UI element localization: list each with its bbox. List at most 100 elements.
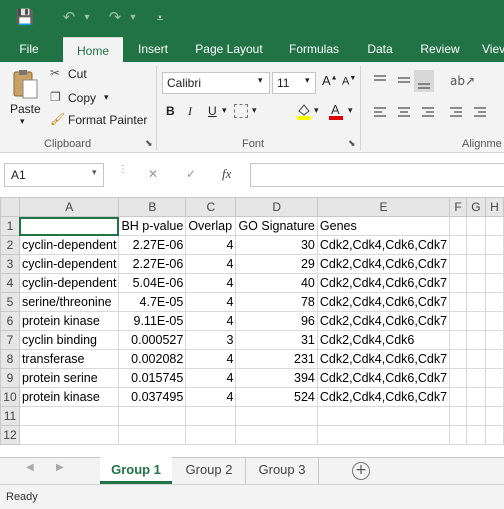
cell[interactable]: 4: [185, 235, 237, 255]
select-all-corner[interactable]: [0, 197, 20, 217]
cell[interactable]: [449, 349, 468, 369]
name-box[interactable]: A1: [4, 163, 104, 187]
sheet-tab-group-2[interactable]: Group 2: [173, 457, 246, 484]
cell[interactable]: [466, 349, 486, 369]
tab-file[interactable]: File: [8, 36, 50, 62]
cell[interactable]: [18, 406, 120, 426]
cell[interactable]: 4: [185, 292, 237, 312]
tab-review[interactable]: Review: [412, 36, 468, 62]
cell[interactable]: Cdk2,Cdk4,Cdk6,Cdk7: [316, 311, 451, 331]
enter-icon[interactable]: ✓: [186, 167, 196, 181]
cell[interactable]: [449, 330, 468, 350]
cell[interactable]: BH p-value: [118, 216, 187, 236]
cell[interactable]: Cdk2,Cdk4,Cdk6,Cdk7: [316, 368, 451, 388]
borders-icon[interactable]: [234, 104, 248, 118]
tab-formulas[interactable]: Formulas: [280, 36, 348, 62]
cell[interactable]: [484, 292, 504, 312]
cell[interactable]: cyclin binding: [18, 330, 120, 350]
row-header[interactable]: 8: [0, 349, 20, 369]
cell[interactable]: [484, 311, 504, 331]
underline-dropdown-icon[interactable]: ▾: [222, 105, 227, 116]
cell[interactable]: [449, 387, 468, 407]
paste-dropdown-icon[interactable]: ▾: [20, 116, 25, 127]
cell[interactable]: [484, 216, 504, 236]
cell[interactable]: [449, 216, 468, 236]
decrease-font-icon[interactable]: A▼: [342, 75, 356, 88]
cell[interactable]: [466, 292, 486, 312]
cell[interactable]: protein kinase: [18, 387, 120, 407]
fill-color-dropdown-icon[interactable]: ▾: [314, 105, 319, 116]
cell[interactable]: [235, 406, 318, 426]
column-header[interactable]: F: [449, 197, 468, 217]
cell[interactable]: 30: [235, 235, 318, 255]
tab-view[interactable]: Viev: [482, 36, 504, 62]
save-icon[interactable]: 💾: [12, 0, 38, 36]
cell[interactable]: [466, 254, 486, 274]
font-launcher-icon[interactable]: ⬊: [348, 138, 356, 149]
column-header[interactable]: G: [466, 197, 486, 217]
row-header[interactable]: 10: [0, 387, 20, 407]
column-header[interactable]: B: [118, 197, 187, 217]
cell[interactable]: 4.7E-05: [118, 292, 187, 312]
cell[interactable]: [484, 425, 504, 445]
column-header[interactable]: D: [235, 197, 318, 217]
cell[interactable]: [316, 425, 451, 445]
cell[interactable]: [466, 368, 486, 388]
cell[interactable]: 231: [235, 349, 318, 369]
column-header[interactable]: C: [185, 197, 237, 217]
cell[interactable]: Cdk2,Cdk4,Cdk6,Cdk7: [316, 273, 451, 293]
cell[interactable]: Genes: [316, 216, 451, 236]
cell[interactable]: Overlap: [185, 216, 237, 236]
cell[interactable]: Cdk2,Cdk4,Cdk6,Cdk7: [316, 292, 451, 312]
cell[interactable]: cyclin-dependent: [18, 273, 120, 293]
format-painter-button[interactable]: Format Painter: [68, 113, 147, 127]
cell[interactable]: Cdk2,Cdk4,Cdk6,Cdk7: [316, 387, 451, 407]
cell[interactable]: [484, 387, 504, 407]
cell[interactable]: [449, 273, 468, 293]
bold-button[interactable]: B: [166, 104, 175, 118]
cell[interactable]: GO Signature: [235, 216, 318, 236]
clipboard-launcher-icon[interactable]: ⬊: [145, 138, 153, 149]
cell[interactable]: 4: [185, 273, 237, 293]
cell[interactable]: [18, 425, 120, 445]
cell[interactable]: 31: [235, 330, 318, 350]
cell[interactable]: [484, 406, 504, 426]
cell[interactable]: protein kinase: [18, 311, 120, 331]
cancel-icon[interactable]: ✕: [148, 167, 158, 181]
cell[interactable]: [449, 235, 468, 255]
cell[interactable]: cyclin-dependent: [18, 254, 120, 274]
fill-color-icon[interactable]: [296, 102, 312, 120]
cell[interactable]: 29: [235, 254, 318, 274]
column-header[interactable]: H: [484, 197, 504, 217]
cell[interactable]: 5.04E-06: [118, 273, 187, 293]
font-name-dropdown-icon[interactable]: ▾: [258, 75, 263, 86]
cell[interactable]: [449, 406, 468, 426]
font-name-select[interactable]: Calibri: [162, 72, 270, 94]
cell[interactable]: 2.27E-06: [118, 254, 187, 274]
cell[interactable]: 96: [235, 311, 318, 331]
drag-handle-icon[interactable]: ⋮: [118, 164, 128, 175]
sheet-tab-group-1[interactable]: Group 1: [100, 457, 172, 484]
undo-dropdown-icon[interactable]: ▾: [80, 0, 94, 36]
cell[interactable]: 4: [185, 387, 237, 407]
redo-icon[interactable]: ↷: [104, 0, 126, 36]
cell[interactable]: [466, 273, 486, 293]
cell[interactable]: [118, 425, 187, 445]
row-header[interactable]: 6: [0, 311, 20, 331]
formula-input[interactable]: [250, 163, 504, 187]
cell[interactable]: 3: [185, 330, 237, 350]
cell[interactable]: [466, 425, 486, 445]
scroll-left-icon[interactable]: ◀: [26, 462, 34, 473]
cell[interactable]: [449, 368, 468, 388]
font-size-dropdown-icon[interactable]: ▾: [305, 75, 310, 86]
paste-button[interactable]: Paste: [10, 102, 44, 116]
row-header[interactable]: 2: [0, 235, 20, 255]
cell[interactable]: transferase: [18, 349, 120, 369]
add-sheet-icon[interactable]: +: [352, 462, 370, 480]
column-header[interactable]: A: [18, 197, 120, 217]
row-header[interactable]: 11: [0, 406, 20, 426]
row-header[interactable]: 3: [0, 254, 20, 274]
cell[interactable]: [466, 235, 486, 255]
cell[interactable]: 4: [185, 254, 237, 274]
paste-icon[interactable]: [12, 68, 40, 100]
